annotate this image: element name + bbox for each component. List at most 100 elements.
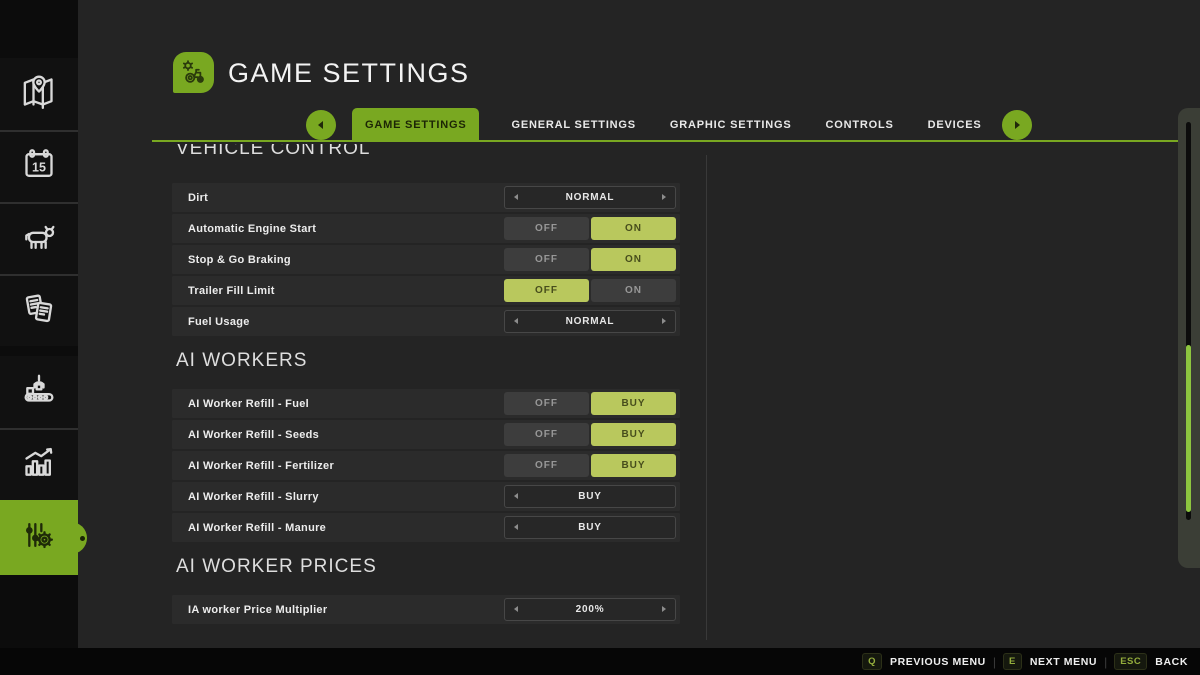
setting-label: Trailer Fill Limit [188, 285, 275, 297]
sidebar-item-map[interactable] [0, 58, 78, 130]
production-icon [19, 370, 59, 415]
toggle-option-buy[interactable]: BUY [591, 392, 676, 415]
key-hint-previous-menu: Q PREVIOUS MENU [862, 653, 986, 670]
sidebar: 15 [0, 0, 78, 648]
toggle-option-off[interactable]: OFF [504, 392, 589, 415]
selector-value: 200% [576, 604, 605, 615]
selector-prev-icon[interactable] [514, 606, 518, 612]
section-title: VEHICLE CONTROL [176, 144, 680, 160]
settings-icon [19, 515, 59, 560]
selector-value: BUY [578, 491, 602, 502]
chevron-left-icon [318, 121, 323, 129]
setting-label: Dirt [188, 192, 208, 204]
toggle-option-off[interactable]: OFF [504, 217, 589, 240]
setting-label: AI Worker Refill - Seeds [188, 429, 319, 441]
selector-prev-icon[interactable] [514, 318, 518, 324]
statistics-icon [19, 443, 59, 488]
fuel-usage-selector[interactable]: NORMAL [504, 310, 676, 333]
selector-prev-icon[interactable] [514, 194, 518, 200]
calendar-icon: 15 [19, 145, 59, 190]
hint-separator: | [993, 655, 996, 669]
dirt-selector[interactable]: NORMAL [504, 186, 676, 209]
selector-next-icon[interactable] [662, 194, 666, 200]
selector-prev-icon[interactable] [514, 493, 518, 499]
toggle-option-on[interactable]: ON [591, 248, 676, 271]
toggle-option-off[interactable]: OFF [504, 454, 589, 477]
tab-devices[interactable]: DEVICES [926, 108, 984, 142]
ai-worker-refill-slurry-selector[interactable]: BUY [504, 485, 676, 508]
selector-prev-icon[interactable] [514, 524, 518, 530]
sidebar-item-calendar[interactable]: 15 [0, 130, 78, 202]
map-icon [19, 72, 59, 117]
key-hint-back: ESC BACK [1114, 653, 1188, 670]
sidebar-item-settings[interactable] [0, 500, 78, 575]
trailer-fill-limit-toggle: OFFON [504, 279, 676, 302]
setting-label: AI Worker Refill - Fertilizer [188, 460, 334, 472]
scrollbar-thumb[interactable] [1186, 345, 1191, 512]
key-hint-label: NEXT MENU [1030, 656, 1097, 668]
key-badge-e[interactable]: E [1003, 653, 1022, 670]
tab-graphic-settings[interactable]: GRAPHIC SETTINGS [668, 108, 794, 142]
contracts-icon [19, 289, 59, 334]
key-hint-next-menu: E NEXT MENU [1003, 653, 1097, 670]
setting-row-stop-go-braking: Stop & Go Braking OFFON [172, 245, 680, 274]
scrollbar[interactable] [1178, 108, 1200, 568]
selector-next-icon[interactable] [662, 606, 666, 612]
tabs-prev-button[interactable] [306, 110, 336, 140]
selector-next-icon[interactable] [662, 318, 666, 324]
toggle-option-buy[interactable]: BUY [591, 423, 676, 446]
toggle-option-off[interactable]: OFF [504, 279, 589, 302]
setting-row-ai-worker-refill-fertilizer: AI Worker Refill - Fertilizer OFFBUY [172, 451, 680, 480]
game-settings-screen: 15 GAME SETTINGS GAME SETTINGS GENERAL SE… [0, 0, 1200, 675]
ia-worker-price-multiplier-selector[interactable]: 200% [504, 598, 676, 621]
chevron-right-icon [1015, 121, 1020, 129]
stop-go-braking-toggle: OFFON [504, 248, 676, 271]
setting-row-trailer-fill-limit: Trailer Fill Limit OFFON [172, 276, 680, 305]
sidebar-item-production[interactable] [0, 356, 78, 428]
toggle-option-off[interactable]: OFF [504, 423, 589, 446]
hint-separator: | [1104, 655, 1107, 669]
key-badge-q[interactable]: Q [862, 653, 882, 670]
tab-general-settings[interactable]: GENERAL SETTINGS [509, 108, 637, 142]
toggle-option-buy[interactable]: BUY [591, 454, 676, 477]
key-badge-esc[interactable]: ESC [1114, 653, 1147, 670]
tab-controls[interactable]: CONTROLS [824, 108, 896, 142]
key-hint-label: PREVIOUS MENU [890, 656, 986, 668]
settings-content: VEHICLE CONTROL Dirt NORMAL Automatic Engin… [172, 144, 680, 641]
setting-row-ia-worker-price-multiplier: IA worker Price Multiplier200% [172, 595, 680, 624]
section-ai-worker-prices: AI WORKER PRICESIA worker Price Multipli… [172, 556, 680, 624]
toggle-option-off[interactable]: OFF [504, 248, 589, 271]
ai-worker-refill-manure-selector[interactable]: BUY [504, 516, 676, 539]
section-title: AI WORKERS [176, 350, 680, 372]
page-title: GAME SETTINGS [228, 58, 470, 89]
setting-label: Automatic Engine Start [188, 223, 316, 235]
ai-worker-refill-fuel-toggle: OFFBUY [504, 392, 676, 415]
toggle-option-on[interactable]: ON [591, 279, 676, 302]
main-panel: GAME SETTINGS GAME SETTINGS GENERAL SETTI… [78, 0, 1200, 648]
setting-row-dirt: Dirt NORMAL [172, 183, 680, 212]
page-header: GAME SETTINGS [78, 0, 1200, 100]
tabs-next-button[interactable] [1002, 110, 1032, 140]
tractor-gear-icon [173, 52, 214, 93]
setting-row-ai-worker-refill-slurry: AI Worker Refill - Slurry BUY [172, 482, 680, 511]
setting-label: Stop & Go Braking [188, 254, 291, 266]
tab-underline [152, 140, 1178, 142]
toggle-option-on[interactable]: ON [591, 217, 676, 240]
scrollbar-track[interactable] [1186, 122, 1191, 520]
sidebar-item-contracts[interactable] [0, 274, 78, 346]
section-vehicle-control: VEHICLE CONTROL Dirt NORMAL Automatic Engin… [172, 144, 680, 336]
sidebar-item-animals[interactable] [0, 202, 78, 274]
automatic-engine-start-toggle: OFFON [504, 217, 676, 240]
svg-text:15: 15 [32, 160, 46, 174]
animals-icon [19, 217, 59, 262]
content-divider [706, 155, 707, 640]
tab-game-settings[interactable]: GAME SETTINGS [352, 108, 479, 142]
sidebar-item-statistics[interactable] [0, 428, 78, 500]
selector-value: NORMAL [566, 192, 615, 203]
ai-worker-refill-fertilizer-toggle: OFFBUY [504, 454, 676, 477]
setting-row-ai-worker-refill-fuel: AI Worker Refill - Fuel OFFBUY [172, 389, 680, 418]
setting-label: AI Worker Refill - Slurry [188, 491, 319, 503]
setting-label: Fuel Usage [188, 316, 250, 328]
key-hint-label: BACK [1155, 656, 1188, 668]
setting-label: AI Worker Refill - Fuel [188, 398, 309, 410]
